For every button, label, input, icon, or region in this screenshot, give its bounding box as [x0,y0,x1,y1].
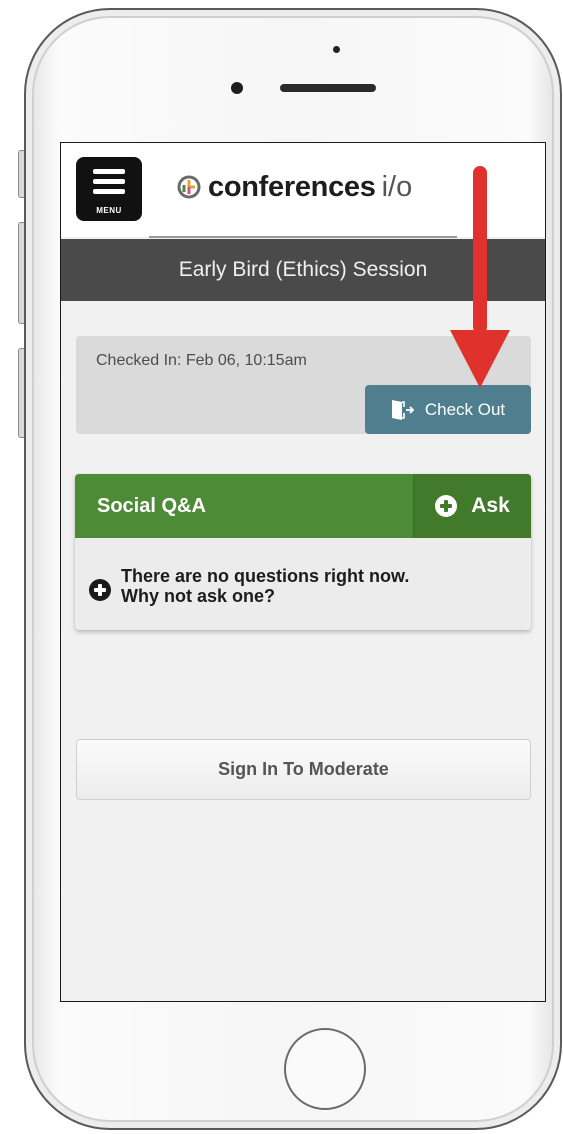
ask-label: Ask [471,494,510,517]
empty-state-line-1: There are no questions right now. [121,566,410,586]
social-qa-title: Social Q&A [97,495,206,517]
red-down-arrow-icon [450,166,510,388]
conferences-io-logo-icon [177,175,201,199]
home-button[interactable] [284,1028,366,1110]
checkin-status: Checked In: Feb 06, 10:15am [96,352,307,369]
logo-suffix: i/o [381,170,413,203]
logo-text: conferences [208,170,376,203]
menu-button[interactable]: MENU [76,157,142,221]
social-qa-header: Social Q&A Ask [75,474,531,538]
social-qa-panel: Social Q&A Ask There are no questions ri… [75,474,531,630]
empty-state-text: There are no questions right now. Why no… [121,566,409,606]
door-exit-icon [391,399,415,420]
empty-state-line-2: Why not ask one? [121,586,276,606]
app-logo: conferences i/o [177,169,412,205]
ask-button[interactable]: Ask [413,474,531,538]
plus-circle-icon [435,495,458,517]
header-divider [149,236,457,238]
sensor-dot [333,46,340,53]
check-out-button[interactable]: Check Out [365,385,531,434]
check-out-label: Check Out [424,399,506,419]
earpiece-speaker [280,84,376,92]
sign-in-to-moderate-button[interactable]: Sign In To Moderate [76,739,531,800]
empty-state[interactable]: There are no questions right now. Why no… [89,566,409,606]
menu-label: MENU [96,206,122,215]
plus-circle-icon [89,579,111,601]
hamburger-icon [93,169,125,199]
front-camera [231,82,243,94]
